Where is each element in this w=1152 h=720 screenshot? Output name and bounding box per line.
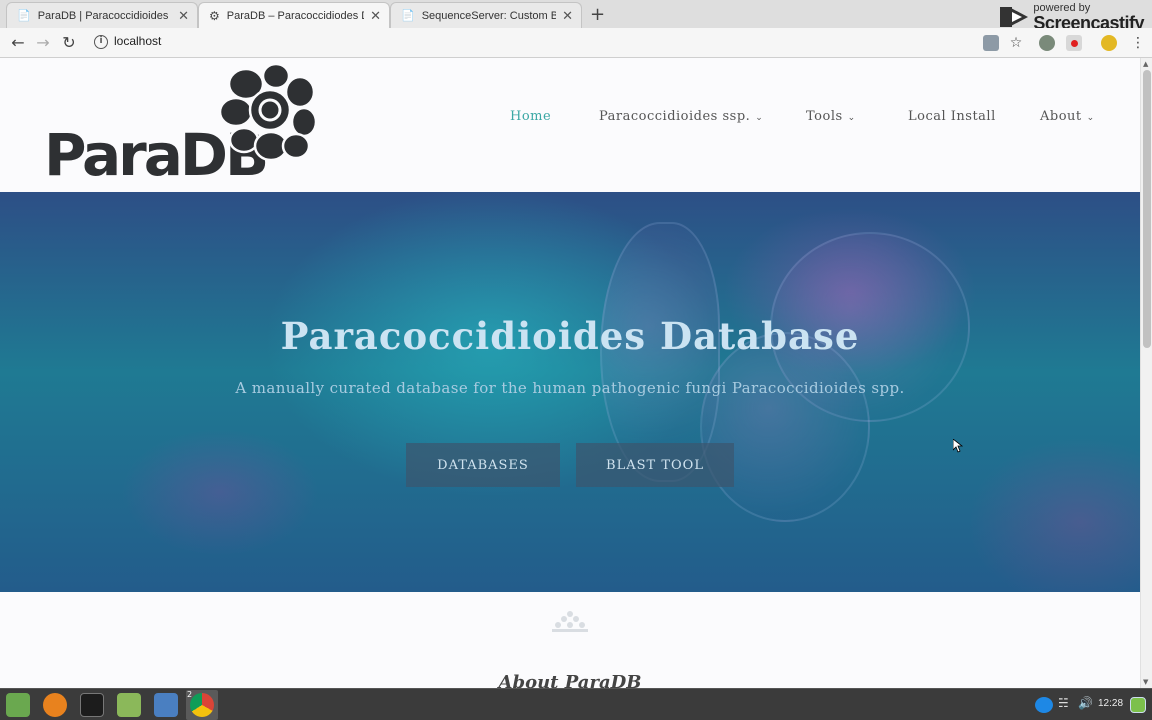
about-title: About ParaDB <box>498 672 642 688</box>
tab-paradb-1[interactable]: 📄 ParaDB | Paracoccidioides Dat ✕ <box>6 2 198 28</box>
terminal-icon[interactable] <box>80 693 104 717</box>
menu-dots-icon[interactable]: ⋮ <box>1128 33 1148 53</box>
workspace-badge: 2 <box>187 690 193 699</box>
folder-icon[interactable] <box>117 693 141 717</box>
mint-menu-icon[interactable] <box>6 693 30 717</box>
screenshot-icon[interactable] <box>154 693 178 717</box>
chevron-down-icon: ⌄ <box>755 113 764 123</box>
firefox-icon[interactable] <box>43 693 67 717</box>
tab-title: SequenceServer: Custom BLAS <box>421 9 557 22</box>
record-icon[interactable] <box>1066 35 1082 51</box>
close-icon[interactable]: ✕ <box>178 8 189 24</box>
fungus-logo-icon <box>218 64 316 162</box>
tab-title: ParaDB – Paracoccidiodes Dat <box>226 9 365 22</box>
page-viewport: ParaDB Home Paracoccidioides ssp. ⌄ Tool… <box>0 58 1140 688</box>
nav-about[interactable]: About ⌄ <box>1040 109 1095 124</box>
page-scrollbar[interactable]: ▲ ▼ <box>1140 58 1152 688</box>
star-icon[interactable]: ☆ <box>1006 33 1026 53</box>
teamviewer-icon[interactable] <box>1035 697 1053 713</box>
address-bar[interactable]: localhost <box>114 34 161 48</box>
document-icon: 📄 <box>17 10 31 22</box>
nav-paracoccidioides-label: Paracoccidioides ssp. <box>599 109 751 124</box>
ornament-icon <box>552 611 588 632</box>
tab-strip: 📄 ParaDB | Paracoccidioides Dat ✕ ⚙ Para… <box>0 0 1152 32</box>
tab-title: ParaDB | Paracoccidioides Dat <box>37 9 172 22</box>
site-header: ParaDB Home Paracoccidioides ssp. ⌄ Tool… <box>0 58 1140 192</box>
close-icon[interactable]: ✕ <box>370 8 381 24</box>
back-arrow-icon[interactable]: ← <box>8 33 28 53</box>
nav-about-label: About <box>1040 109 1082 124</box>
nav-paracoccidioides[interactable]: Paracoccidioides ssp. ⌄ <box>599 109 763 124</box>
chrome-icon[interactable] <box>190 693 214 717</box>
translate-icon[interactable] <box>983 35 999 51</box>
extension-icon[interactable] <box>1039 35 1055 51</box>
nav-local-install-label: Local Install <box>908 109 996 124</box>
nav-tools-label: Tools <box>806 109 843 124</box>
reload-icon[interactable]: ↻ <box>59 33 79 53</box>
document-icon: 📄 <box>401 10 415 22</box>
network-icon[interactable]: ☵ <box>1058 696 1069 710</box>
chevron-down-icon: ⌄ <box>847 113 856 123</box>
close-icon[interactable]: ✕ <box>562 8 573 24</box>
chevron-down-icon: ⌄ <box>1086 113 1095 123</box>
nav-home[interactable]: Home <box>510 109 551 124</box>
hero-title: Paracoccidioides Database <box>280 314 860 358</box>
nav-home-label: Home <box>510 109 552 124</box>
hero-banner: Paracoccidioides Database A manually cur… <box>0 192 1140 592</box>
system-clock[interactable]: 12:28 <box>1098 698 1123 709</box>
bubble-decoration <box>700 332 870 522</box>
volume-icon[interactable]: 🔊 <box>1078 696 1093 710</box>
info-icon[interactable]: i <box>94 35 108 49</box>
tab-sequenceserver[interactable]: 📄 SequenceServer: Custom BLAS ✕ <box>390 2 582 28</box>
mouse-cursor-icon <box>953 439 963 453</box>
hero-subtitle: A manually curated database for the huma… <box>235 379 905 397</box>
paradb-logo[interactable]: ParaDB <box>44 64 316 188</box>
nav-local-install[interactable]: Local Install <box>908 109 996 124</box>
scroll-down-icon[interactable]: ▼ <box>1143 678 1148 686</box>
profile-avatar[interactable] <box>1101 35 1117 51</box>
tab-paradb-2[interactable]: ⚙ ParaDB – Paracoccidiodes Dat ✕ <box>198 2 390 28</box>
browser-toolbar: ← → ↻ i localhost ☆ ⋮ <box>0 28 1152 58</box>
new-tab-button[interactable]: + <box>590 4 605 25</box>
databases-button[interactable]: DATABASES <box>406 443 560 487</box>
blast-tool-button[interactable]: BLAST TOOL <box>576 443 734 487</box>
scrollbar-thumb[interactable] <box>1143 70 1151 348</box>
gear-icon: ⚙ <box>209 8 220 23</box>
forward-arrow-icon[interactable]: → <box>33 33 53 53</box>
powered-by-text: powered by <box>1033 1 1091 14</box>
os-taskbar: 2 ☵ 🔊 12:28 <box>0 688 1152 720</box>
scroll-up-icon[interactable]: ▲ <box>1143 60 1148 68</box>
nav-tools[interactable]: Tools ⌄ <box>806 109 856 124</box>
show-desktop-icon[interactable] <box>1130 697 1146 713</box>
about-section: About ParaDB <box>0 592 1140 688</box>
screencastify-icon <box>1000 7 1029 27</box>
